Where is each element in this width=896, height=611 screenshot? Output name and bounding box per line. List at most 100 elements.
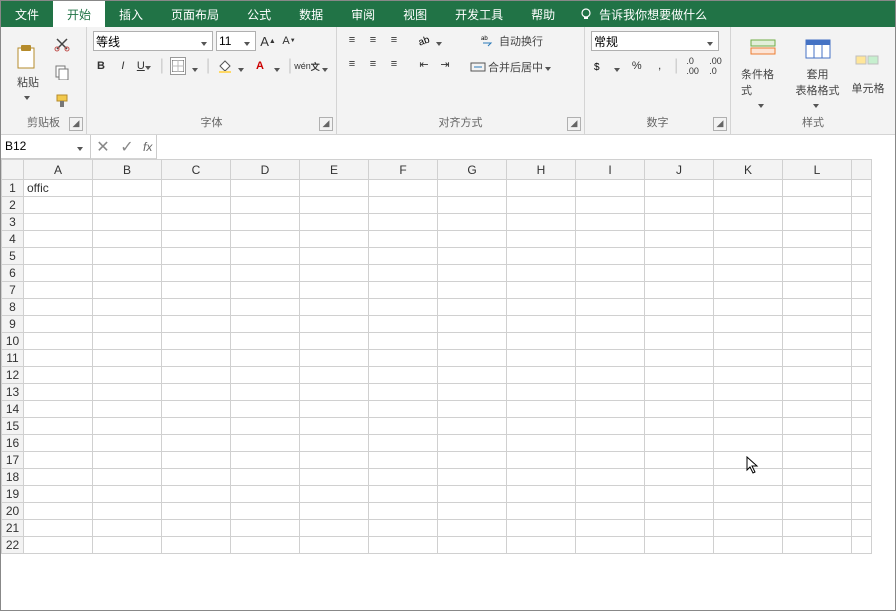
cell-G15[interactable]	[438, 418, 507, 435]
cell-G22[interactable]	[438, 537, 507, 554]
tab-view[interactable]: 视图	[389, 1, 441, 27]
cell-H1[interactable]	[507, 180, 576, 197]
cell-C11[interactable]	[162, 350, 231, 367]
cell-H6[interactable]	[507, 265, 576, 282]
cell-A18[interactable]	[24, 469, 93, 486]
cell-J12[interactable]	[645, 367, 714, 384]
cell-D14[interactable]	[231, 401, 300, 418]
cell-B17[interactable]	[93, 452, 162, 469]
merge-center-button[interactable]: 合并后居中	[466, 57, 558, 77]
cell-J15[interactable]	[645, 418, 714, 435]
align-middle-button[interactable]: ≡	[364, 31, 382, 49]
cell-B4[interactable]	[93, 231, 162, 248]
cell-H17[interactable]	[507, 452, 576, 469]
cell-A22[interactable]	[24, 537, 93, 554]
cell-E7[interactable]	[300, 282, 369, 299]
cell-D3[interactable]	[231, 214, 300, 231]
cell-K22[interactable]	[714, 537, 783, 554]
cell-C5[interactable]	[162, 248, 231, 265]
cell-L20[interactable]	[783, 503, 852, 520]
cell-G20[interactable]	[438, 503, 507, 520]
cell-B11[interactable]	[93, 350, 162, 367]
cell-E4[interactable]	[300, 231, 369, 248]
cell-L7[interactable]	[783, 282, 852, 299]
cell-H3[interactable]	[507, 214, 576, 231]
cell-L2[interactable]	[783, 197, 852, 214]
cell-I8[interactable]	[576, 299, 645, 316]
col-header-C[interactable]: C	[162, 160, 231, 180]
cell-D16[interactable]	[231, 435, 300, 452]
conditional-formatting-button[interactable]: 条件格式	[737, 31, 788, 114]
cell-G3[interactable]	[438, 214, 507, 231]
align-top-button[interactable]: ≡	[343, 31, 361, 49]
cell-K20[interactable]	[714, 503, 783, 520]
cell-G14[interactable]	[438, 401, 507, 418]
font-size-combo[interactable]: 11	[216, 31, 256, 51]
cell-L10[interactable]	[783, 333, 852, 350]
cell-A4[interactable]	[24, 231, 93, 248]
cell-E22[interactable]	[300, 537, 369, 554]
cell-K8[interactable]	[714, 299, 783, 316]
row-header-9[interactable]: 9	[2, 316, 24, 333]
row-header-10[interactable]: 10	[2, 333, 24, 350]
cell-H5[interactable]	[507, 248, 576, 265]
cell-H19[interactable]	[507, 486, 576, 503]
cell-F19[interactable]	[369, 486, 438, 503]
decrease-font-button[interactable]: A▼	[280, 32, 298, 50]
cell-G11[interactable]	[438, 350, 507, 367]
cell-L4[interactable]	[783, 231, 852, 248]
font-color-button[interactable]: A	[252, 57, 268, 75]
cell-A2[interactable]	[24, 197, 93, 214]
cell-C14[interactable]	[162, 401, 231, 418]
cell-F5[interactable]	[369, 248, 438, 265]
cell-E17[interactable]	[300, 452, 369, 469]
cell-A3[interactable]	[24, 214, 93, 231]
cell-E8[interactable]	[300, 299, 369, 316]
name-box[interactable]: B12	[1, 135, 91, 159]
cell-F20[interactable]	[369, 503, 438, 520]
cell-E5[interactable]	[300, 248, 369, 265]
cell-F22[interactable]	[369, 537, 438, 554]
chevron-down-icon[interactable]	[192, 62, 200, 71]
cell-H4[interactable]	[507, 231, 576, 248]
cell-D22[interactable]	[231, 537, 300, 554]
cell-E2[interactable]	[300, 197, 369, 214]
cell-D17[interactable]	[231, 452, 300, 469]
cancel-formula-button[interactable]: ✕	[91, 137, 115, 157]
cell-A20[interactable]	[24, 503, 93, 520]
cell-K11[interactable]	[714, 350, 783, 367]
cell-B9[interactable]	[93, 316, 162, 333]
format-painter-button[interactable]	[53, 92, 71, 110]
cell-C19[interactable]	[162, 486, 231, 503]
cell-K4[interactable]	[714, 231, 783, 248]
cell-C22[interactable]	[162, 537, 231, 554]
cell-G19[interactable]	[438, 486, 507, 503]
cell-H2[interactable]	[507, 197, 576, 214]
cell-A8[interactable]	[24, 299, 93, 316]
cell-J10[interactable]	[645, 333, 714, 350]
chevron-down-icon[interactable]	[274, 62, 282, 71]
alignment-dialog-launcher[interactable]: ◢	[567, 117, 581, 131]
cell-C18[interactable]	[162, 469, 231, 486]
cell-J19[interactable]	[645, 486, 714, 503]
cell-L19[interactable]	[783, 486, 852, 503]
cell-B12[interactable]	[93, 367, 162, 384]
row-header-8[interactable]: 8	[2, 299, 24, 316]
cell-E16[interactable]	[300, 435, 369, 452]
cell-B1[interactable]	[93, 180, 162, 197]
chevron-down-icon[interactable]	[436, 36, 445, 45]
cell-A21[interactable]	[24, 520, 93, 537]
cell-I12[interactable]	[576, 367, 645, 384]
cell-C17[interactable]	[162, 452, 231, 469]
cell-B18[interactable]	[93, 469, 162, 486]
cell-F16[interactable]	[369, 435, 438, 452]
cell-I5[interactable]	[576, 248, 645, 265]
cell-I16[interactable]	[576, 435, 645, 452]
cell-K5[interactable]	[714, 248, 783, 265]
cell-L9[interactable]	[783, 316, 852, 333]
cell-I21[interactable]	[576, 520, 645, 537]
cell-F4[interactable]	[369, 231, 438, 248]
cell-F14[interactable]	[369, 401, 438, 418]
cell-L3[interactable]	[783, 214, 852, 231]
cell-C3[interactable]	[162, 214, 231, 231]
